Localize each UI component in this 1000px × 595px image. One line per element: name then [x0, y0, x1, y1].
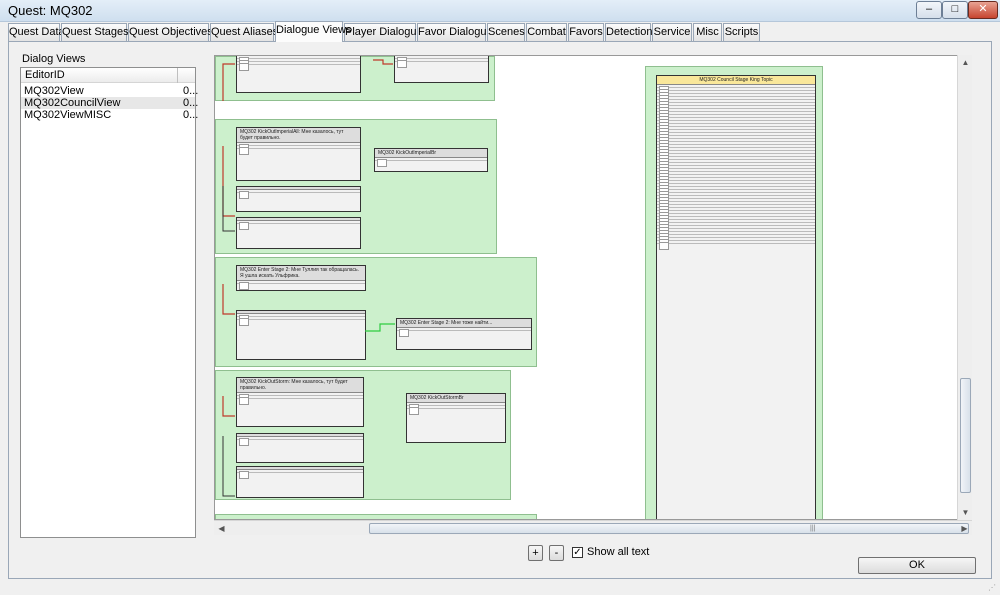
- tab-combat[interactable]: Combat: [526, 23, 567, 41]
- topic-response[interactable]: [237, 317, 365, 326]
- topic-node[interactable]: [236, 310, 366, 360]
- tab-quest-objectives[interactable]: Quest Objectives: [128, 23, 213, 41]
- topic-node[interactable]: [236, 56, 361, 93]
- topic-node[interactable]: [236, 466, 364, 498]
- horizontal-scrollbar[interactable]: ◀ ||| ▶: [214, 520, 972, 535]
- tab-favor-dialogue[interactable]: Favor Dialogue: [417, 23, 493, 41]
- scroll-right-icon[interactable]: ▶: [957, 521, 972, 536]
- show-all-text-label[interactable]: Show all text: [587, 546, 649, 558]
- topic-node-header: MQ302 KickOutStormBr: [407, 394, 505, 403]
- topic-response[interactable]: [237, 396, 363, 405]
- list-header[interactable]: EditorID: [21, 68, 195, 83]
- topic-node[interactable]: [236, 186, 361, 212]
- column-separator[interactable]: [177, 68, 178, 83]
- list-item-value: 0...: [183, 85, 199, 97]
- tab-detection[interactable]: Detection: [605, 23, 652, 41]
- topic-response[interactable]: [375, 158, 487, 167]
- title-bar: Quest: MQ302 – □ ✕: [0, 0, 1000, 22]
- list-item-value: 0...: [183, 109, 199, 121]
- show-all-text-checkbox[interactable]: ✓: [572, 547, 583, 558]
- dialogue-graph-canvas[interactable]: MQ302 KickOutImperialAll: Мне казалось, …: [214, 55, 972, 520]
- topic-group[interactable]: MQ302 Enter Stage 2: Мне Туллия так обра…: [215, 257, 537, 367]
- topic-node[interactable]: MQ302 KickOutStormBr: [406, 393, 506, 443]
- list-item-name: MQ302CouncilView: [24, 97, 121, 109]
- tab-quest-aliases[interactable]: Quest Aliases: [210, 23, 278, 41]
- list-item-name: MQ302ViewMISC: [24, 109, 112, 121]
- tab-bar: Quest Data Quest Stages Quest Objectives…: [8, 21, 992, 42]
- topic-node[interactable]: [394, 56, 489, 83]
- topic-node[interactable]: MQ302 KickOutImperialAll: Мне казалось, …: [236, 127, 361, 181]
- topic-node-header: MQ302 Council Stage King Topic: [657, 76, 815, 85]
- topic-group[interactable]: MQ302 KickOutStorm: Мне казалось, тут бу…: [215, 370, 511, 500]
- tab-service[interactable]: Service: [652, 23, 692, 41]
- minimize-button[interactable]: –: [916, 1, 942, 19]
- topic-node-council[interactable]: MQ302 Council Stage King Topic: [656, 75, 816, 519]
- topic-response[interactable]: [237, 437, 363, 446]
- maximize-button[interactable]: □: [942, 1, 968, 19]
- topic-group[interactable]: MQ302 Council Stage King Topic: [645, 66, 823, 519]
- tab-favors[interactable]: Favors: [568, 23, 604, 41]
- topic-node-header: MQ302 Enter Stage 2: Mне тоже найти...: [397, 319, 531, 328]
- topic-response[interactable]: [397, 328, 531, 337]
- resize-grip-icon[interactable]: ⋰: [988, 583, 996, 592]
- vertical-scrollbar[interactable]: ▲ ▼: [957, 55, 972, 520]
- scroll-down-icon[interactable]: ▼: [958, 505, 973, 520]
- topic-response[interactable]: [395, 59, 488, 68]
- ok-button[interactable]: OK: [858, 557, 976, 574]
- topic-response[interactable]: [237, 281, 365, 290]
- topic-response[interactable]: [237, 62, 360, 71]
- topic-node[interactable]: [236, 217, 361, 249]
- topic-group[interactable]: [215, 56, 495, 101]
- vertical-scroll-thumb[interactable]: [960, 378, 971, 493]
- tab-scenes[interactable]: Scenes: [487, 23, 525, 41]
- tab-quest-stages[interactable]: Quest Stages: [61, 23, 129, 41]
- topic-node[interactable]: [236, 433, 364, 463]
- list-item-name: MQ302View: [24, 85, 84, 97]
- topic-response[interactable]: [237, 470, 363, 479]
- topic-response[interactable]: [237, 190, 360, 199]
- tab-scripts[interactable]: Scripts: [723, 23, 760, 41]
- topic-response[interactable]: [237, 146, 360, 155]
- list-item-value: 0...: [183, 97, 199, 109]
- topic-response[interactable]: [237, 221, 360, 230]
- tab-dialogue-views[interactable]: Dialogue Views: [275, 21, 352, 42]
- scroll-up-icon[interactable]: ▲: [958, 55, 973, 70]
- topic-node[interactable]: MQ302 KickOutImperialBr: [374, 148, 488, 172]
- topic-response[interactable]: [657, 241, 815, 250]
- topic-node[interactable]: MQ302 KickOutStorm: Мне казалось, тут бу…: [236, 377, 364, 427]
- dialog-views-label: Dialog Views: [22, 53, 86, 65]
- dialog-views-list[interactable]: EditorID MQ302View 0... MQ302CouncilView…: [20, 67, 199, 538]
- topic-node[interactable]: MQ302 Enter Stage 2: Мне Туллия так обра…: [236, 265, 366, 291]
- topic-node-header: MQ302 KickOutImperialAll: Мне казалось, …: [237, 128, 360, 143]
- topic-response[interactable]: [407, 406, 505, 415]
- scroll-left-icon[interactable]: ◀: [214, 521, 229, 536]
- column-header-editorid[interactable]: EditorID: [25, 69, 65, 81]
- topic-group[interactable]: MQ302 KickOutImperialAll: Мне казалось, …: [215, 119, 497, 254]
- list-item[interactable]: MQ302ViewMISC 0...: [21, 109, 199, 121]
- topic-node-header: MQ302 Enter Stage 2: Мне Туллия так обра…: [237, 266, 365, 281]
- list-item[interactable]: MQ302View 0...: [21, 85, 199, 97]
- tab-misc[interactable]: Misc: [693, 23, 722, 41]
- topic-node[interactable]: MQ302 Enter Stage 2: Mне тоже найти...: [396, 318, 532, 350]
- scroll-grip-icon: |||: [810, 525, 816, 532]
- horizontal-scroll-thumb[interactable]: |||: [369, 523, 969, 534]
- zoom-out-button[interactable]: -: [549, 545, 564, 561]
- list-item[interactable]: MQ302CouncilView 0...: [21, 97, 199, 109]
- tab-quest-data[interactable]: Quest Data: [8, 23, 65, 41]
- close-button[interactable]: ✕: [968, 1, 998, 19]
- topic-node-header: MQ302 KickOutStorm: Мне казалось, тут бу…: [237, 378, 363, 393]
- tab-player-dialogue[interactable]: Player Dialogue: [344, 23, 423, 41]
- topic-node-header: MQ302 KickOutImperialBr: [375, 149, 487, 158]
- zoom-in-button[interactable]: +: [528, 545, 543, 561]
- window-title: Quest: MQ302: [8, 3, 93, 18]
